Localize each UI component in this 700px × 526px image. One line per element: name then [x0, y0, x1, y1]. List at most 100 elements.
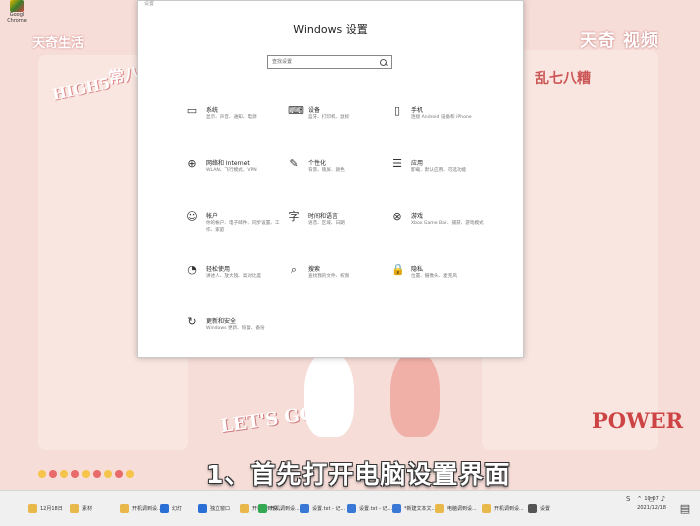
wallpaper-dot: [71, 470, 79, 478]
settings-tile-description: 查找我的文件、权限: [308, 274, 350, 279]
taskbar-app-11[interactable]: 电脑调到设...: [435, 499, 477, 517]
settings-tile-title: 游戏: [411, 213, 424, 220]
taskbar-app-label: 设置: [540, 505, 551, 512]
taskbar-app-label: 开机调到设...: [270, 505, 300, 512]
language-icon: 字: [288, 210, 300, 223]
taskbar-app-1[interactable]: 12月18日: [28, 499, 63, 517]
phone-icon: ▯: [393, 104, 401, 117]
xbox-icon: ⊗: [392, 210, 402, 223]
app-icon: [160, 503, 169, 513]
taskbar-app-5[interactable]: 独立窗口: [198, 499, 230, 517]
wallpaper-dots: [38, 463, 148, 478]
settings-tile-description: 你的帐户、电子邮件、同步设置、工作、家庭: [206, 221, 280, 233]
settings-tile-13[interactable]: ↻ 更新和安全 Windows 更新、恢复、备份: [186, 316, 296, 350]
settings-tile-description: WLAN、飞行模式、VPN: [206, 168, 257, 173]
person-icon: ☺: [186, 210, 198, 223]
app-icon: [198, 503, 207, 513]
devices-icon: ⌨: [288, 104, 304, 117]
clock-time: 10:07: [644, 496, 659, 502]
app-icon: [258, 503, 267, 513]
taskbar-app-3[interactable]: 开机调到设...: [120, 499, 162, 517]
settings-tile-10[interactable]: ◔ 轻松使用 讲述人、放大镜、高对比度: [186, 264, 296, 298]
taskbar-app-9[interactable]: 设置.txt - 记...: [347, 499, 392, 517]
settings-heading: Windows 设置: [293, 23, 368, 36]
settings-tile-title: 搜索: [308, 266, 321, 273]
taskbar-app-label: 电脑调到设...: [447, 505, 477, 512]
notification-center-icon[interactable]: ▤: [672, 495, 698, 521]
settings-tile-8[interactable]: 字 时间和语言 语音、区域、日期: [288, 211, 398, 245]
desktop-shortcut-label: Googl Chrome: [7, 12, 27, 24]
settings-tile-description: 卸载、默认应用、可选功能: [411, 168, 467, 173]
app-icon: [392, 503, 401, 513]
taskbar-app-label: 12月18日: [40, 505, 63, 512]
wallpaper-dot: [93, 470, 101, 478]
update-icon: ↻: [187, 315, 197, 328]
taskbar-app-7[interactable]: 开机调到设...: [258, 499, 300, 517]
watermark-right: 天奇 视频: [580, 31, 659, 51]
app-icon: [240, 503, 249, 513]
settings-tile-title: 设备: [308, 107, 321, 114]
taskbar-app-label: 独立窗口: [210, 505, 231, 512]
clock-date: 2021/12/18: [637, 505, 666, 511]
taskbar-app-2[interactable]: 素材: [70, 499, 92, 517]
settings-tile-title: 手机: [411, 107, 424, 114]
taskbar-app-8[interactable]: 设置.txt - 记...: [300, 499, 345, 517]
settings-tile-2[interactable]: ⌨ 设备 蓝牙、打印机、鼠标: [288, 105, 398, 139]
settings-tile-title: 应用: [411, 160, 424, 167]
globe-icon: ⊕: [187, 157, 197, 170]
settings-tile-description: Xbox Game Bar、捕获、游戏模式: [411, 221, 484, 226]
settings-search-input[interactable]: 查找设置: [267, 55, 392, 69]
system-clock[interactable]: 10:07 2021/12/18: [637, 495, 666, 513]
settings-tile-title: 网络和 Internet: [206, 160, 250, 167]
settings-tile-description: 讲述人、放大镜、高对比度: [206, 274, 262, 279]
taskbar-app-label: 开机调到设...: [494, 505, 524, 512]
app-icon: [435, 503, 444, 513]
wallpaper-dot: [104, 470, 112, 478]
settings-tile-description: 位置、摄像头、麦克风: [411, 274, 457, 279]
taskbar-app-label: *新建文本文...: [404, 505, 437, 512]
wallpaper-text-luan: 乱七八糟: [535, 71, 591, 87]
paintbrush-icon: ✎: [289, 157, 299, 170]
settings-tile-description: 背景、锁屏、颜色: [308, 168, 345, 173]
settings-tile-3[interactable]: ▯ 手机 连接 Android 设备和 iPhone: [391, 105, 501, 139]
wallpaper-figure-white: [304, 352, 354, 437]
taskbar-app-10[interactable]: *新建文本文...: [392, 499, 436, 517]
app-icon: [300, 503, 309, 513]
settings-tile-description: Windows 更新、恢复、备份: [206, 326, 265, 331]
window-titlebar[interactable]: 设置: [138, 1, 523, 9]
app-icon: [528, 503, 537, 513]
taskbar-app-12[interactable]: 开机调到设...: [482, 499, 524, 517]
tutorial-caption: 1、首先打开电脑设置界面: [206, 460, 511, 489]
taskbar: 12月18日 素材 开机调到设... 幻灯 独立窗口 开机调到设... 开机调到设... 设置…: [0, 490, 700, 526]
settings-tile-title: 时间和语言: [308, 213, 339, 220]
settings-tile-11[interactable]: ⌕ 搜索 查找我的文件、权限: [288, 264, 398, 298]
taskbar-app-4[interactable]: 幻灯: [160, 499, 182, 517]
settings-tile-description: 显示、声音、通知、电源: [206, 115, 257, 120]
desktop-shortcut-chrome[interactable]: Googl Chrome: [4, 0, 30, 28]
laptop-icon: ▭: [186, 104, 198, 117]
settings-tile-title: 轻松使用: [206, 266, 231, 273]
taskbar-app-13[interactable]: 设置: [528, 499, 550, 517]
wallpaper-dot: [115, 470, 123, 478]
settings-tile-title: 帐户: [206, 213, 219, 220]
wallpaper-dot: [49, 470, 57, 478]
search-icon: [380, 59, 387, 66]
settings-tile-5[interactable]: ✎ 个性化 背景、锁屏、颜色: [288, 158, 398, 192]
search-icon: ⌕: [290, 263, 298, 276]
search-placeholder: 查找设置: [272, 59, 293, 65]
settings-tile-6[interactable]: ☰ 应用 卸载、默认应用、可选功能: [391, 158, 501, 192]
settings-tile-title: 更新和安全: [206, 318, 237, 325]
settings-tile-1[interactable]: ▭ 系统 显示、声音、通知、电源: [186, 105, 296, 139]
taskbar-app-label: 设置.txt - 记...: [312, 505, 346, 512]
app-icon: [120, 503, 129, 513]
app-icon: [70, 503, 79, 513]
watermark-left: 天奇生活: [32, 36, 85, 51]
wallpaper-dot: [82, 470, 90, 478]
settings-window: 设置 Windows 设置 查找设置 ▭ 系统 显示、声音、通知、电源 ⌨ 设备 蓝牙、打…: [137, 0, 524, 358]
settings-tile-title: 个性化: [308, 160, 327, 167]
settings-tile-7[interactable]: ☺ 帐户 你的帐户、电子邮件、同步设置、工作、家庭: [186, 211, 296, 245]
taskbar-app-label: 幻灯: [172, 505, 183, 512]
settings-tile-9[interactable]: ⊗ 游戏 Xbox Game Bar、捕获、游戏模式: [391, 211, 501, 245]
settings-tile-12[interactable]: 🔒 隐私 位置、摄像头、麦克风: [391, 264, 501, 298]
settings-tile-4[interactable]: ⊕ 网络和 Internet WLAN、飞行模式、VPN: [186, 158, 296, 192]
